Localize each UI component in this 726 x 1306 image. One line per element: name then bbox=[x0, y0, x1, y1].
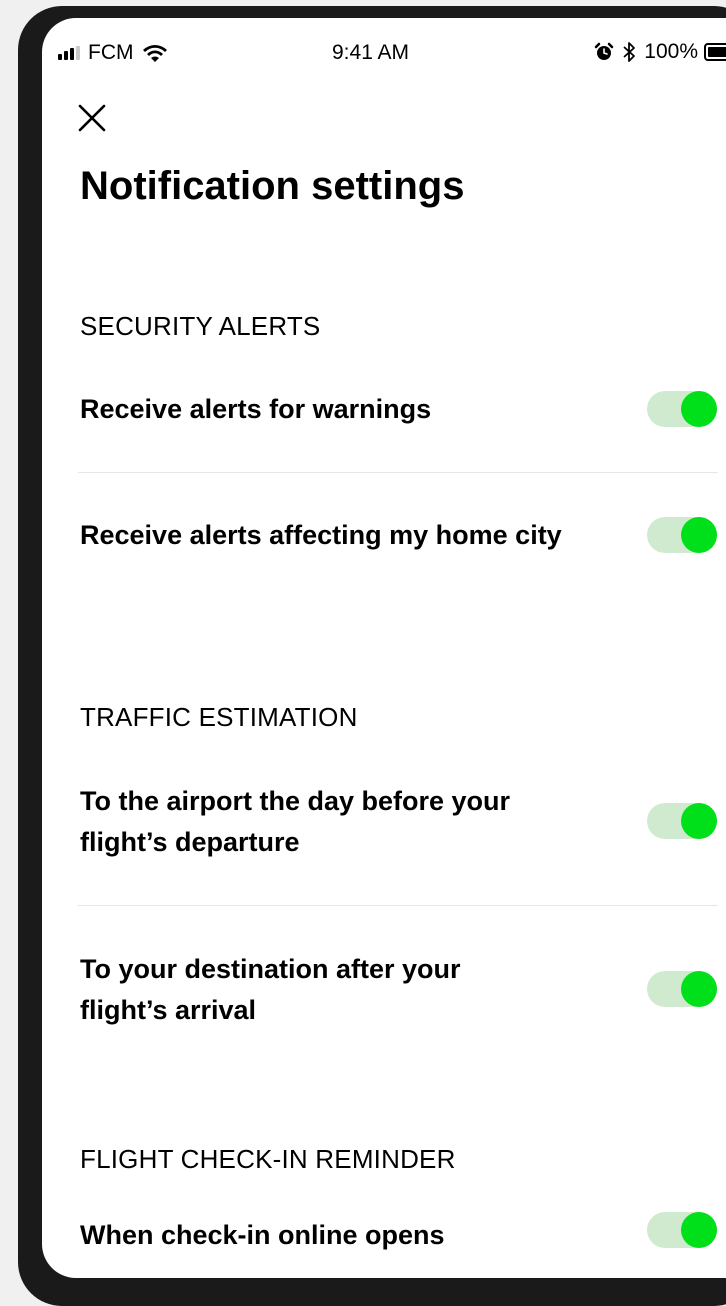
page-title: Notification settings bbox=[80, 164, 465, 208]
wifi-icon bbox=[142, 44, 167, 62]
bluetooth-icon bbox=[623, 42, 636, 62]
status-right: 100% bbox=[594, 40, 726, 64]
section-header-security-alerts: SECURITY ALERTS bbox=[80, 311, 321, 341]
toggle-airport-departure[interactable] bbox=[647, 803, 717, 839]
carrier-label: FCM bbox=[88, 41, 134, 64]
signal-icon bbox=[58, 45, 80, 60]
toggle-knob bbox=[681, 517, 717, 553]
battery-fill bbox=[708, 47, 726, 57]
setting-label-airport-departure: To the airport the day before your fligh… bbox=[80, 786, 511, 857]
alarm-icon bbox=[595, 42, 614, 60]
setting-label-warnings: Receive alerts for warnings bbox=[80, 394, 432, 424]
screen: FCM 9:41 AM 100% Notification settings S… bbox=[42, 18, 726, 1278]
toggle-knob bbox=[681, 803, 717, 839]
section-header-traffic-estimation: TRAFFIC ESTIMATION bbox=[80, 702, 358, 732]
battery-percent: 100% bbox=[644, 40, 698, 63]
close-icon[interactable] bbox=[72, 98, 112, 138]
toggle-knob bbox=[681, 971, 717, 1007]
section-header-flight-check-in: FLIGHT CHECK-IN REMINDER bbox=[80, 1144, 456, 1174]
phone-frame: FCM 9:41 AM 100% Notification settings S… bbox=[18, 6, 726, 1306]
status-bar: FCM 9:41 AM 100% bbox=[42, 18, 726, 68]
toggle-home-city[interactable] bbox=[647, 517, 717, 553]
toggle-destination-arrival[interactable] bbox=[647, 971, 717, 1007]
setting-label-home-city: Receive alerts affecting my home city bbox=[80, 520, 562, 550]
toggle-warnings[interactable] bbox=[647, 391, 717, 427]
toggle-knob bbox=[681, 391, 717, 427]
battery-icon bbox=[704, 43, 726, 61]
status-time: 9:41 AM bbox=[332, 41, 410, 64]
divider bbox=[78, 472, 718, 473]
status-left: FCM bbox=[58, 42, 168, 63]
setting-label-check-in-opens: When check-in online opens bbox=[80, 1220, 445, 1250]
setting-label-destination-arrival: To your destination after your flight’s … bbox=[80, 954, 461, 1025]
divider bbox=[78, 905, 718, 906]
